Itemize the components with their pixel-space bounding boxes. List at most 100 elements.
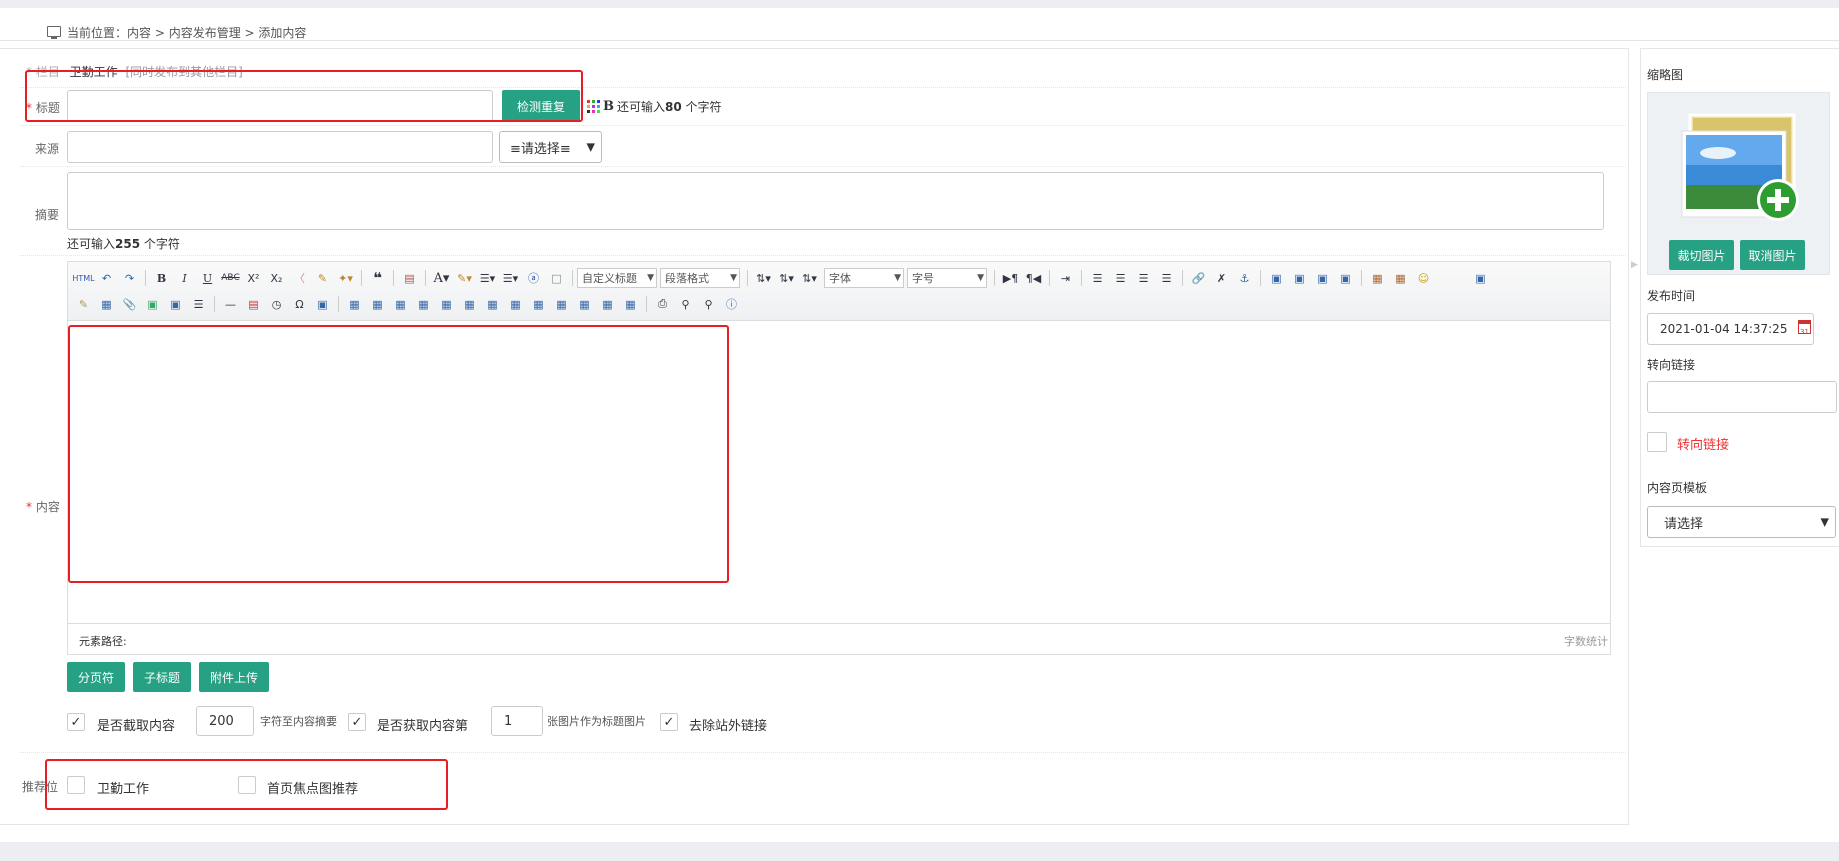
multi-image-icon[interactable]: ▦: [1389, 268, 1412, 288]
table-caption-icon[interactable]: ▦: [389, 294, 412, 314]
align-justify-icon[interactable]: ☰: [1155, 268, 1178, 288]
paragraph-select[interactable]: 段落格式 ▼: [660, 268, 740, 288]
publish-time-input[interactable]: 2021-01-04 14:37:25: [1647, 313, 1814, 345]
align-right-icon[interactable]: ☰: [1132, 268, 1155, 288]
collapse-arrow-icon[interactable]: ▶: [1631, 260, 1638, 270]
code-icon[interactable]: ☰: [187, 294, 210, 314]
eraser-icon[interactable]: 〈: [288, 268, 311, 288]
scrawl-icon[interactable]: ✎: [72, 294, 95, 314]
gmap-icon[interactable]: ▣: [141, 294, 164, 314]
video-icon[interactable]: ▦: [95, 294, 118, 314]
search-replace-icon[interactable]: ⚲: [697, 294, 720, 314]
ordered-list-icon[interactable]: ☰▾: [476, 268, 499, 288]
date-icon[interactable]: ▤: [242, 294, 265, 314]
unlink-icon[interactable]: ✗: [1210, 268, 1233, 288]
insert-frame-icon[interactable]: ▣: [164, 294, 187, 314]
delete-row-icon[interactable]: ▦: [435, 294, 458, 314]
calendar-icon[interactable]: 31: [1798, 320, 1811, 336]
help-icon[interactable]: ⓘ: [720, 294, 743, 314]
get-image-label: 是否获取内容第: [377, 719, 469, 734]
underline-icon[interactable]: U: [196, 268, 219, 288]
italic-icon[interactable]: I: [173, 268, 196, 288]
breadcrumb-item[interactable]: 内容: [127, 24, 151, 41]
insert-table-icon[interactable]: ▦: [343, 294, 366, 314]
heading-select[interactable]: 自定义标题 ▼: [577, 268, 657, 288]
merge-cells-icon[interactable]: ▦: [504, 294, 527, 314]
highlight-color-icon[interactable]: ✎▾: [453, 268, 476, 288]
preview-icon[interactable]: ⚲: [674, 294, 697, 314]
split-cells-icon[interactable]: ▦: [573, 294, 596, 314]
anchor-icon[interactable]: ⚓: [1233, 268, 1256, 288]
bold-icon[interactable]: B: [150, 268, 173, 288]
superscript-icon[interactable]: X²: [242, 268, 265, 288]
align-left-icon[interactable]: ☰: [1086, 268, 1109, 288]
font-family-value: 字体: [829, 272, 851, 285]
auto-format-icon[interactable]: ✦▾: [334, 268, 357, 288]
font-size-select[interactable]: 字号 ▼: [907, 268, 987, 288]
cancel-image-button[interactable]: 取消图片: [1740, 240, 1805, 270]
source-select[interactable]: ≡请选择≡ ▼: [499, 131, 602, 163]
rtl-icon[interactable]: ¶◀: [1022, 268, 1045, 288]
time-icon[interactable]: ◷: [265, 294, 288, 314]
page-break-button[interactable]: 分页符: [67, 662, 125, 692]
bold-title-icon[interactable]: B: [603, 99, 614, 114]
clear-doc-icon[interactable]: □: [545, 268, 568, 288]
image-center-icon[interactable]: ▣: [1334, 268, 1357, 288]
indent-icon[interactable]: ⇥: [1054, 268, 1077, 288]
image-index-input[interactable]: 1: [491, 706, 543, 736]
image-none-icon[interactable]: ▣: [1265, 268, 1288, 288]
subscript-icon[interactable]: X₂: [265, 268, 288, 288]
ltr-icon[interactable]: ▶¶: [999, 268, 1022, 288]
paste-text-icon[interactable]: ▤: [398, 268, 421, 288]
fullscreen-icon[interactable]: ▣: [1469, 268, 1492, 288]
print-icon[interactable]: ⎙: [651, 294, 674, 314]
summary-textarea[interactable]: [67, 172, 1604, 230]
unordered-list-icon[interactable]: ☰▾: [499, 268, 522, 288]
delete-table-icon[interactable]: ▦: [366, 294, 389, 314]
undo-icon[interactable]: ↶: [95, 268, 118, 288]
insert-col-icon[interactable]: ▦: [458, 294, 481, 314]
image-left-icon[interactable]: ▣: [1288, 268, 1311, 288]
insert-image-icon[interactable]: ▦: [1366, 268, 1389, 288]
image-right-icon[interactable]: ▣: [1311, 268, 1334, 288]
html-source-icon[interactable]: HTML: [72, 268, 95, 288]
insert-row-icon[interactable]: ▦: [412, 294, 435, 314]
cut-content-length-input[interactable]: 200: [196, 706, 254, 736]
color-grid-icon[interactable]: [587, 100, 600, 113]
attachment-upload-button[interactable]: 附件上传: [199, 662, 269, 692]
row-spacing-bottom-icon[interactable]: ⇅▾: [775, 268, 798, 288]
select-all-icon[interactable]: ⓐ: [522, 268, 545, 288]
row-spacing-top-icon[interactable]: ⇅▾: [752, 268, 775, 288]
redo-icon[interactable]: ↷: [118, 268, 141, 288]
title-remaining: 还可输入80 个字符: [617, 98, 722, 115]
redirect-checkbox[interactable]: [1647, 432, 1667, 452]
subtitle-button[interactable]: 子标题: [133, 662, 191, 692]
line-height-icon[interactable]: ⇅▾: [798, 268, 821, 288]
remove-links-checkbox[interactable]: ✓: [660, 713, 678, 731]
split-rows-icon[interactable]: ▦: [596, 294, 619, 314]
toolbar-row-1: HTML ↶ ↷ B I U ABC X² X₂ 〈 ✎ ✦▾ ❝ ▤ A▾ ✎…: [72, 267, 1492, 289]
format-brush-icon[interactable]: ✎: [311, 268, 334, 288]
source-input[interactable]: [67, 131, 493, 163]
crop-image-button[interactable]: 裁切图片: [1669, 240, 1734, 270]
attachment-icon[interactable]: 📎: [118, 294, 141, 314]
merge-down-icon[interactable]: ▦: [550, 294, 573, 314]
font-family-select[interactable]: 字体 ▼: [824, 268, 904, 288]
spellcheck-icon[interactable]: ▣: [311, 294, 334, 314]
redirect-url-input[interactable]: [1647, 381, 1837, 413]
align-center-icon[interactable]: ☰: [1109, 268, 1132, 288]
split-cols-icon[interactable]: ▦: [619, 294, 642, 314]
template-select[interactable]: 请选择 ▼: [1647, 506, 1836, 538]
delete-col-icon[interactable]: ▦: [481, 294, 504, 314]
special-char-icon[interactable]: Ω: [288, 294, 311, 314]
merge-right-icon[interactable]: ▦: [527, 294, 550, 314]
cut-content-checkbox[interactable]: ✓: [67, 713, 85, 731]
emotion-icon[interactable]: ☺: [1412, 268, 1435, 288]
strikethrough-icon[interactable]: ABC: [219, 268, 242, 288]
font-color-icon[interactable]: A▾: [430, 268, 453, 288]
blockquote-icon[interactable]: ❝: [366, 268, 389, 288]
link-icon[interactable]: 🔗: [1187, 268, 1210, 288]
horizontal-rule-icon[interactable]: —: [219, 294, 242, 314]
breadcrumb-item[interactable]: 内容发布管理: [169, 24, 241, 41]
get-image-checkbox[interactable]: ✓: [348, 713, 366, 731]
